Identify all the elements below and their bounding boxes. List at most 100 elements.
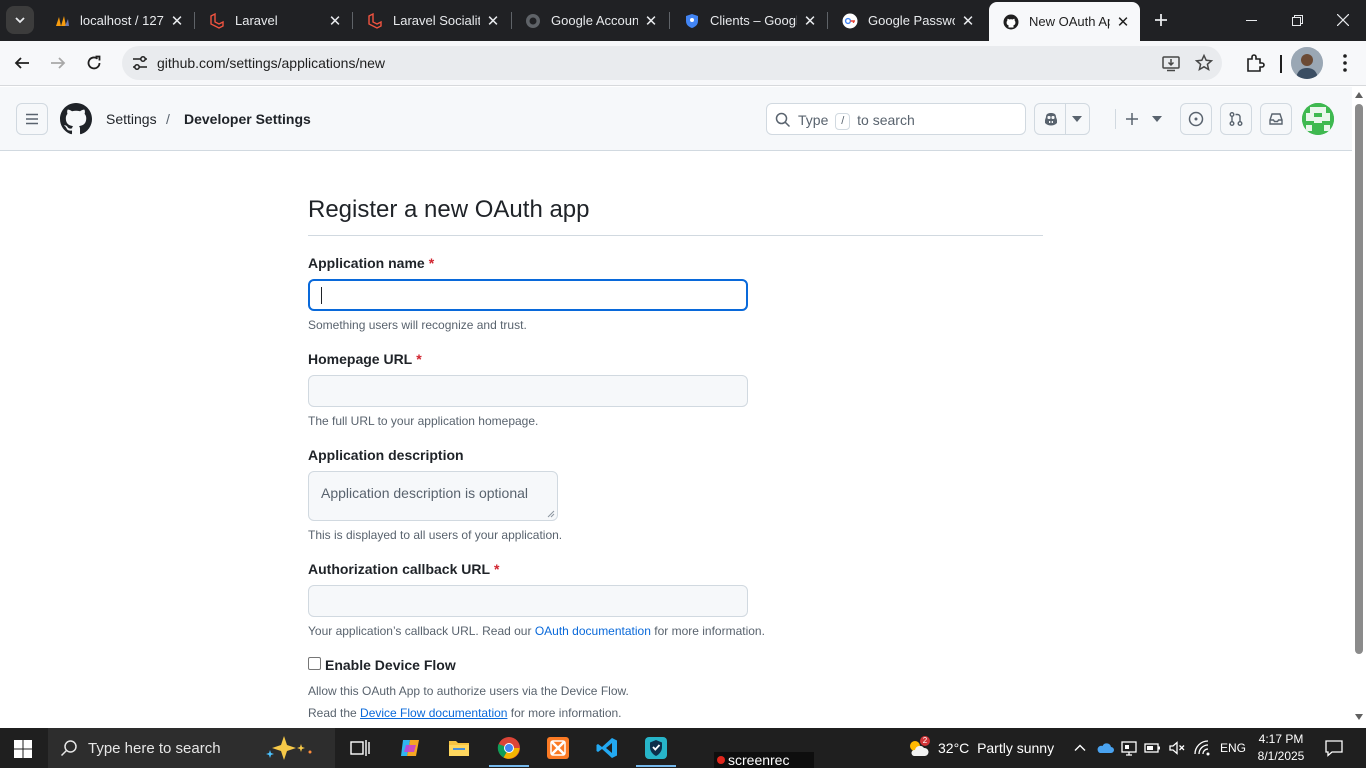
reload-button[interactable] [79, 48, 109, 78]
new-tab-button[interactable] [1148, 7, 1174, 33]
triangle-down-icon [1152, 116, 1162, 122]
app-name-label: Application name * [308, 255, 435, 271]
app-description-placeholder: Application description is optional [321, 485, 529, 501]
input-language[interactable]: ENG [1220, 741, 1246, 755]
restore-button[interactable] [1274, 0, 1320, 40]
device-flow-hint: Allow this OAuth App to authorize users … [308, 684, 629, 698]
title-divider [308, 235, 1043, 236]
tab-search-button[interactable] [6, 6, 34, 34]
browser-profile-avatar[interactable] [1291, 47, 1323, 79]
inbox-button[interactable] [1260, 103, 1292, 135]
close-icon[interactable]: ✕ [801, 12, 819, 30]
taskbar-search-box[interactable]: Type here to search [48, 728, 335, 768]
browser-toolbar: github.com/settings/applications/new [0, 41, 1366, 86]
tab-phpmyadmin[interactable]: localhost / 127.0. ✕ [40, 4, 194, 37]
enable-device-flow-checkbox[interactable] [308, 657, 321, 670]
vpn-shield-icon[interactable] [644, 736, 668, 760]
bookmark-star-icon[interactable] [1194, 53, 1214, 73]
chevron-up-icon[interactable] [1071, 739, 1089, 757]
oauth-documentation-link[interactable]: OAuth documentation [535, 624, 651, 638]
display-settings-icon[interactable] [1120, 739, 1138, 757]
device-flow-docs-hint: Read the Device Flow documentation for m… [308, 706, 622, 720]
arrow-right-icon [51, 57, 66, 69]
enable-device-flow-label[interactable]: Enable Device Flow [325, 657, 456, 673]
kebab-menu-icon[interactable] [1334, 52, 1356, 74]
close-icon[interactable]: ✕ [959, 12, 977, 30]
copilot-app-icon[interactable] [398, 736, 422, 760]
app-description-textarea[interactable]: Application description is optional [308, 471, 558, 521]
tab-laravel-socialite[interactable]: Laravel Socialite ✕ [353, 4, 510, 37]
search-icon [60, 739, 78, 762]
homepage-url-hint: The full URL to your application homepag… [308, 414, 539, 428]
app-description-hint: This is displayed to all users of your a… [308, 528, 563, 542]
copilot-icon [1045, 113, 1057, 126]
google-icon [525, 13, 541, 29]
breadcrumb-settings[interactable]: Settings [106, 111, 157, 127]
github-user-avatar[interactable] [1302, 103, 1334, 135]
tab-google-account[interactable]: Google Account ✕ [511, 4, 668, 37]
scroll-down-icon[interactable] [1355, 714, 1363, 720]
callback-url-label: Authorization callback URL * [308, 561, 500, 577]
scroll-up-icon[interactable] [1355, 92, 1363, 98]
tab-new-oauth-app[interactable]: New OAuth App ✕ [989, 2, 1140, 41]
xampp-icon[interactable] [546, 736, 570, 760]
weather-text[interactable]: 32°C Partly sunny [938, 740, 1054, 756]
close-icon[interactable]: ✕ [484, 12, 502, 30]
search-shortcut-key: / [835, 112, 851, 130]
tab-google-password[interactable]: Google Password ✕ [828, 4, 985, 37]
forward-button[interactable] [43, 48, 73, 78]
page-scrollbar[interactable] [1352, 87, 1366, 727]
battery-icon[interactable] [1144, 739, 1162, 757]
pull-requests-button[interactable] [1220, 103, 1252, 135]
app-description-label: Application description [308, 447, 464, 463]
file-explorer-icon[interactable] [447, 736, 471, 760]
task-view-icon[interactable] [348, 736, 372, 760]
scrollbar-thumb[interactable] [1355, 104, 1363, 654]
taskbar-search-placeholder: Type here to search [88, 740, 221, 757]
minimize-icon [1245, 19, 1257, 21]
device-flow-documentation-link[interactable]: Device Flow documentation [360, 706, 507, 720]
git-pull-request-icon [1229, 112, 1243, 126]
resize-grip-icon[interactable] [547, 510, 555, 518]
wifi-icon[interactable] [1193, 739, 1211, 757]
issues-button[interactable] [1180, 103, 1212, 135]
close-window-button[interactable] [1320, 0, 1366, 40]
volume-muted-icon[interactable] [1168, 739, 1186, 757]
windows-start-icon[interactable] [14, 740, 32, 758]
create-new-button[interactable] [1114, 103, 1172, 135]
minimize-button[interactable] [1228, 0, 1274, 40]
close-icon[interactable]: ✕ [168, 12, 186, 30]
extensions-icon[interactable] [1244, 52, 1266, 74]
tab-laravel[interactable]: Laravel ✕ [195, 4, 352, 37]
copilot-button[interactable] [1034, 103, 1090, 135]
github-logo-icon[interactable] [60, 103, 92, 135]
breadcrumb-separator: / [166, 111, 170, 127]
close-icon[interactable]: ✕ [326, 12, 344, 30]
onedrive-icon[interactable] [1096, 739, 1114, 757]
breadcrumb-developer-settings[interactable]: Developer Settings [184, 111, 311, 127]
install-app-icon[interactable] [1161, 53, 1181, 73]
search-highlight-sparkle-icon [264, 734, 322, 767]
phpmyadmin-icon [54, 13, 70, 29]
record-dot-icon [717, 756, 725, 764]
vpn-active-indicator [636, 765, 676, 767]
callback-url-input[interactable] [308, 585, 748, 617]
close-icon[interactable]: ✕ [1114, 13, 1132, 31]
app-name-input[interactable] [308, 279, 748, 311]
chrome-icon[interactable] [497, 736, 521, 760]
laravel-icon [209, 12, 225, 29]
tab-google-clients[interactable]: Clients – Google ✕ [670, 4, 827, 37]
vscode-icon[interactable] [595, 736, 619, 760]
global-nav-menu-button[interactable] [16, 103, 48, 135]
back-button[interactable] [7, 48, 37, 78]
homepage-url-label: Homepage URL * [308, 351, 422, 367]
reload-icon [87, 55, 101, 70]
close-icon [1337, 14, 1349, 26]
system-clock[interactable]: 4:17 PM 8/1/2025 [1254, 731, 1308, 765]
address-bar[interactable]: github.com/settings/applications/new [122, 46, 1222, 80]
notification-center-icon[interactable] [1324, 738, 1344, 758]
site-info-icon[interactable] [130, 53, 150, 73]
github-search-input[interactable]: Type / to search [766, 103, 1026, 135]
homepage-url-input[interactable] [308, 375, 748, 407]
close-icon[interactable]: ✕ [642, 12, 660, 30]
